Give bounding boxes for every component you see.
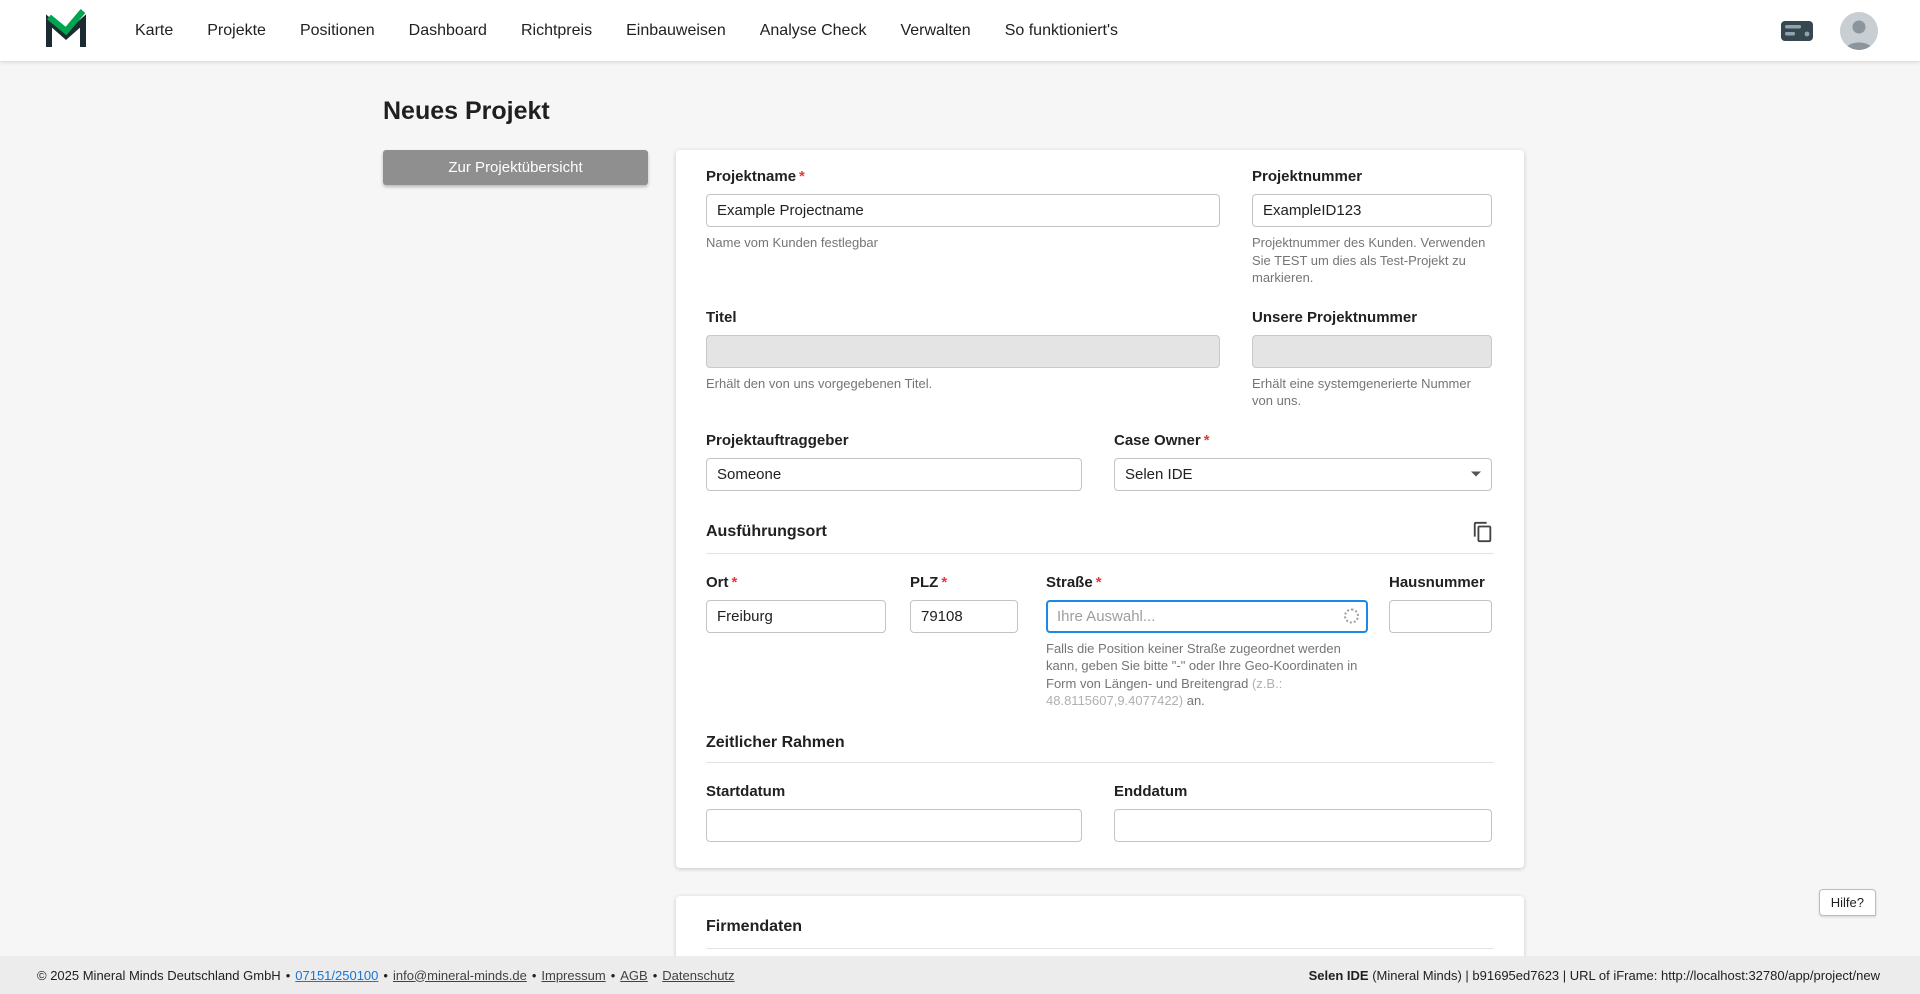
divider [706, 948, 1494, 949]
back-to-project-overview-button[interactable]: Zur Projektübersicht [383, 150, 648, 185]
field-enddatum: Enddatum [1114, 783, 1492, 842]
nav-item-so-funktionierts[interactable]: So funktioniert's [1005, 22, 1118, 40]
required-marker: * [1204, 432, 1210, 449]
plz-label: PLZ* [910, 574, 1018, 591]
strasse-input[interactable] [1046, 600, 1368, 633]
unsere-projektnummer-input [1252, 335, 1492, 368]
nav-item-richtpreis[interactable]: Richtpreis [521, 22, 592, 40]
projektauftraggeber-label: Projektauftraggeber [706, 432, 1082, 449]
footer-separator: • [383, 968, 388, 983]
field-hausnummer: Hausnummer [1389, 574, 1492, 710]
unsere-projektnummer-label: Unsere Projektnummer [1252, 309, 1492, 326]
copy-address-button[interactable] [1472, 521, 1494, 543]
footer-session-user: Selen IDE [1309, 968, 1369, 983]
footer-separator: • [532, 968, 537, 983]
field-case-owner: Case Owner* Selen IDE [1114, 432, 1492, 491]
footer-left: © 2025 Mineral Minds Deutschland GmbH • … [37, 968, 735, 983]
footer-session-details: (Mineral Minds) | b91695ed7623 | URL of … [1369, 968, 1880, 983]
unsere-projektnummer-helper: Erhält eine systemgenerierte Nummer von … [1252, 375, 1492, 410]
nav-item-karte[interactable]: Karte [135, 22, 173, 40]
projektauftraggeber-input[interactable] [706, 458, 1082, 491]
footer-copyright: © 2025 Mineral Minds Deutschland GmbH [37, 968, 281, 983]
footer-separator: • [653, 968, 658, 983]
enddatum-input[interactable] [1114, 809, 1492, 842]
loading-spinner-icon [1344, 609, 1359, 624]
footer: © 2025 Mineral Minds Deutschland GmbH • … [0, 956, 1920, 994]
titel-input [706, 335, 1220, 368]
chevron-down-icon [1471, 472, 1481, 477]
case-owner-selected-value: Selen IDE [1125, 466, 1193, 483]
strasse-label: Straße* [1046, 574, 1368, 591]
plz-input[interactable] [910, 600, 1018, 633]
field-strasse: Straße* Falls die Position keiner Straße… [1046, 574, 1368, 710]
footer-datenschutz-link[interactable]: Datenschutz [662, 968, 734, 983]
projektname-label: Projektname* [706, 168, 1220, 185]
ort-input[interactable] [706, 600, 886, 633]
footer-email-link[interactable]: info@mineral-minds.de [393, 968, 527, 983]
mineral-minds-logo-icon [45, 8, 87, 53]
field-projektnummer: Projektnummer Projektnummer des Kunden. … [1252, 168, 1492, 287]
top-navigation-bar: Karte Projekte Positionen Dashboard Rich… [0, 0, 1920, 61]
footer-impressum-link[interactable]: Impressum [541, 968, 605, 983]
server-icon[interactable] [1780, 20, 1814, 42]
section-title-firmendaten: Firmendaten [706, 918, 802, 936]
footer-agb-link[interactable]: AGB [620, 968, 647, 983]
startdatum-label: Startdatum [706, 783, 1082, 800]
titel-label: Titel [706, 309, 1220, 326]
field-projektauftraggeber: Projektauftraggeber [706, 432, 1082, 491]
ort-label: Ort* [706, 574, 886, 591]
help-button[interactable]: Hilfe? [1819, 889, 1876, 916]
required-marker: * [1096, 574, 1102, 591]
brand-logo[interactable] [45, 8, 87, 53]
projektname-helper: Name vom Kunden festlegbar [706, 234, 1220, 252]
project-form-card: Projektname* Name vom Kunden festlegbar … [676, 150, 1524, 868]
avatar[interactable] [1840, 12, 1878, 50]
main-nav: Karte Projekte Positionen Dashboard Rich… [135, 22, 1118, 40]
projektnummer-input[interactable] [1252, 194, 1492, 227]
hausnummer-input[interactable] [1389, 600, 1492, 633]
projektnummer-helper: Projektnummer des Kunden. Verwenden Sie … [1252, 234, 1492, 287]
case-owner-select[interactable]: Selen IDE [1114, 458, 1492, 491]
projektname-input[interactable] [706, 194, 1220, 227]
copy-icon [1472, 530, 1494, 547]
strasse-helper: Falls die Position keiner Straße zugeord… [1046, 640, 1368, 710]
page-title: Neues Projekt [383, 97, 1920, 126]
required-marker: * [941, 574, 947, 591]
required-marker: * [799, 168, 805, 185]
nav-item-positionen[interactable]: Positionen [300, 22, 375, 40]
footer-separator: • [611, 968, 616, 983]
divider [706, 553, 1494, 554]
topbar-right [1780, 12, 1878, 50]
case-owner-label: Case Owner* [1114, 432, 1492, 449]
field-projektname: Projektname* Name vom Kunden festlegbar [706, 168, 1220, 287]
footer-phone-link[interactable]: 07151/250100 [295, 968, 378, 983]
main-content: Neues Projekt Zur Projektübersicht Proje… [0, 61, 1920, 956]
nav-item-dashboard[interactable]: Dashboard [409, 22, 487, 40]
section-title-ausfuehrungsort: Ausführungsort [706, 523, 827, 541]
field-unsere-projektnummer: Unsere Projektnummer Erhält eine systemg… [1252, 309, 1492, 410]
nav-item-analyse-check[interactable]: Analyse Check [760, 22, 867, 40]
company-data-card: Firmendaten [676, 896, 1524, 956]
nav-item-projekte[interactable]: Projekte [207, 22, 266, 40]
hausnummer-label: Hausnummer [1389, 574, 1492, 591]
field-startdatum: Startdatum [706, 783, 1082, 842]
footer-separator: • [286, 968, 291, 983]
divider [706, 762, 1494, 763]
field-ort: Ort* [706, 574, 886, 710]
nav-item-einbauweisen[interactable]: Einbauweisen [626, 22, 726, 40]
enddatum-label: Enddatum [1114, 783, 1492, 800]
footer-session-info: Selen IDE (Mineral Minds) | b91695ed7623… [1309, 968, 1880, 983]
required-marker: * [732, 574, 738, 591]
section-title-zeitlicher-rahmen: Zeitlicher Rahmen [706, 734, 845, 752]
titel-helper: Erhält den von uns vorgegebenen Titel. [706, 375, 1220, 393]
field-titel: Titel Erhält den von uns vorgegebenen Ti… [706, 309, 1220, 410]
nav-item-verwalten[interactable]: Verwalten [900, 22, 970, 40]
field-plz: PLZ* [910, 574, 1018, 710]
startdatum-input[interactable] [706, 809, 1082, 842]
projektnummer-label: Projektnummer [1252, 168, 1492, 185]
